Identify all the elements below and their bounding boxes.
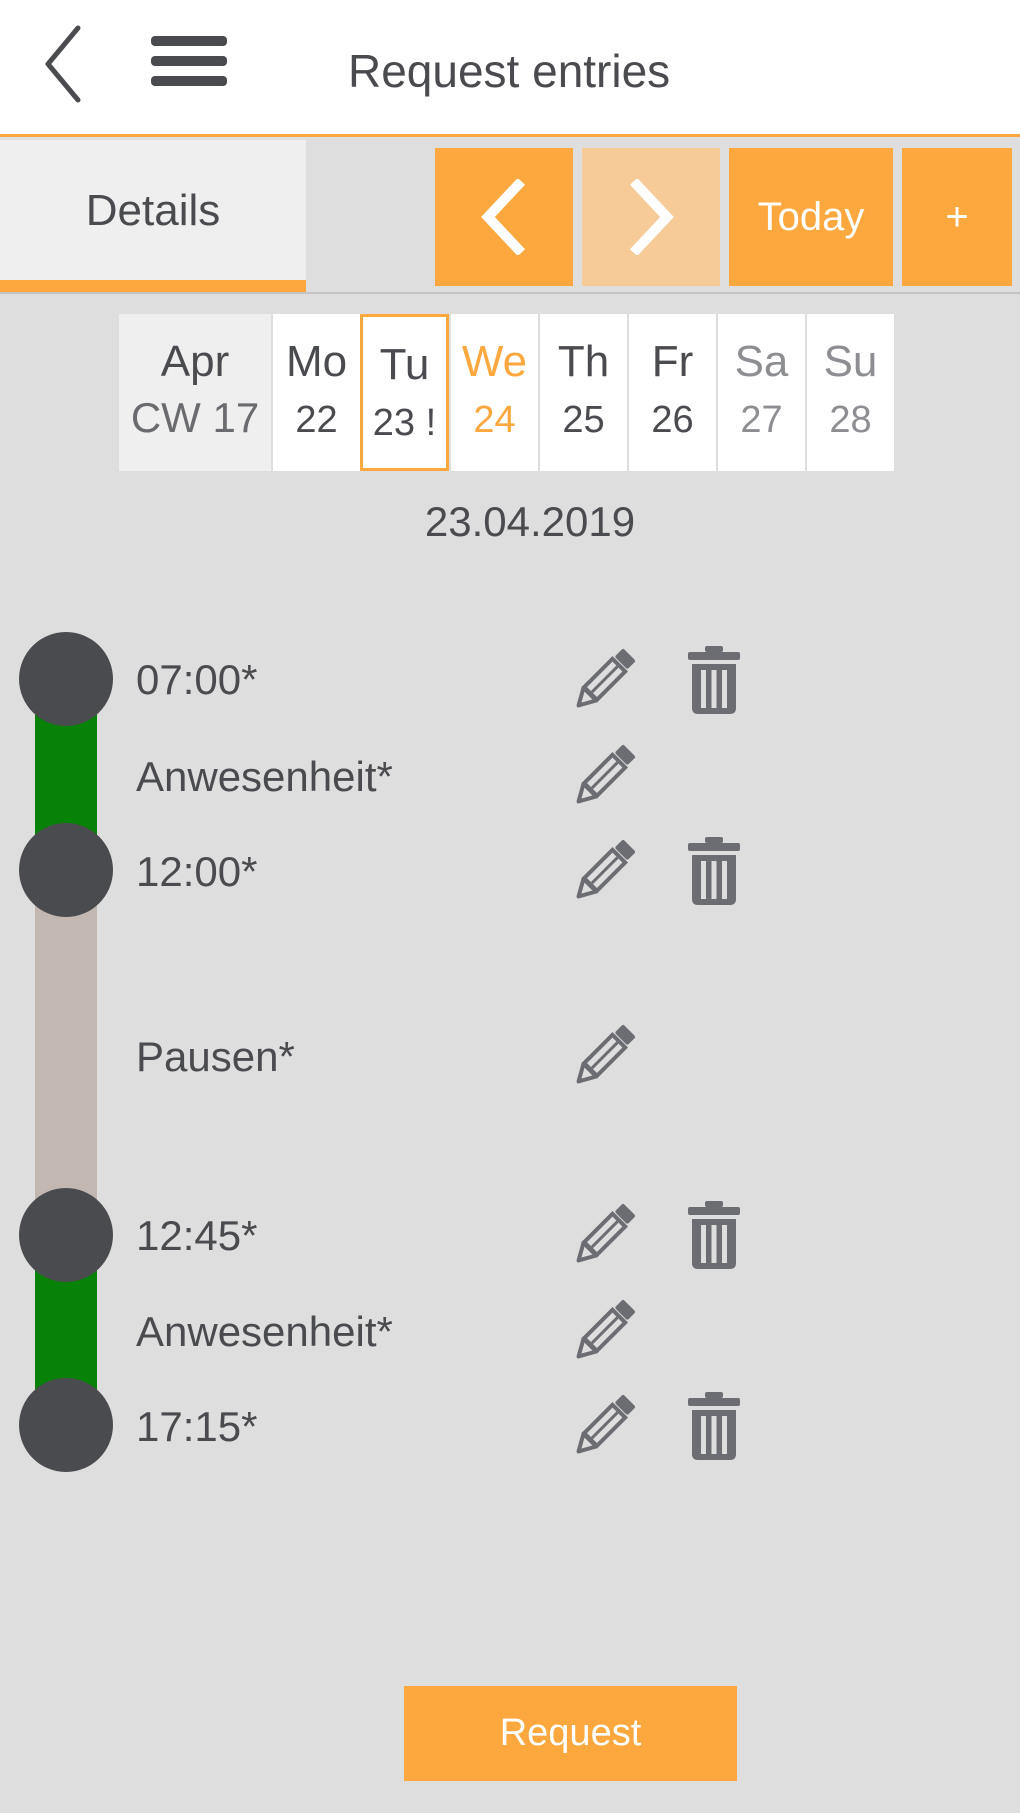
tab-details[interactable]: Details <box>0 140 306 292</box>
toolbar: Details Today + <box>0 140 1020 294</box>
time-marker <box>19 632 113 726</box>
next-day-button[interactable] <box>582 148 720 286</box>
entry-time: 12:00* <box>136 848 258 895</box>
chevron-right-icon <box>629 179 674 255</box>
edit-pencil-icon[interactable] <box>566 1018 642 1094</box>
edit-pencil-icon[interactable] <box>566 1293 642 1369</box>
today-button[interactable]: Today <box>729 148 893 286</box>
day-name: We <box>461 337 528 386</box>
chevron-left-icon <box>481 179 526 255</box>
day-date: 28 <box>829 399 872 441</box>
delete-trash-icon[interactable] <box>676 1197 752 1273</box>
entry-time: 07:00* <box>136 656 258 703</box>
entry-type: Anwesenheit* <box>136 753 393 800</box>
edit-pencil-icon[interactable] <box>566 833 642 909</box>
day-cell-saturday[interactable]: Sa 27 <box>716 314 805 471</box>
time-marker <box>19 1378 113 1472</box>
delete-trash-icon[interactable] <box>676 1388 752 1464</box>
edit-pencil-icon[interactable] <box>566 1197 642 1273</box>
delete-trash-icon[interactable] <box>676 642 752 718</box>
entry-time: 12:45* <box>136 1212 258 1259</box>
request-button[interactable]: Request <box>404 1686 737 1781</box>
day-cell-tuesday[interactable]: Tu 23 ! <box>360 314 449 471</box>
tab-details-label: Details <box>85 186 221 235</box>
add-entry-button[interactable]: + <box>902 148 1012 286</box>
entry-time: 17:15* <box>136 1403 258 1450</box>
time-marker <box>19 1188 113 1282</box>
pause-segment <box>35 870 97 1235</box>
day-name: Fr <box>651 337 694 386</box>
day-cell-thursday[interactable]: Th 25 <box>538 314 627 471</box>
day-cell-wednesday[interactable]: We 24 <box>449 314 538 471</box>
day-date: 25 <box>562 399 605 441</box>
month-week-cell: Apr CW 17 <box>119 314 271 471</box>
day-name: Tu <box>379 340 430 389</box>
day-name: Sa <box>734 337 789 386</box>
day-name: Su <box>823 337 878 386</box>
hamburger-menu-icon[interactable] <box>151 36 227 90</box>
day-cell-sunday[interactable]: Su 28 <box>805 314 894 471</box>
day-date: 23 ! <box>372 402 437 444</box>
delete-trash-icon[interactable] <box>676 833 752 909</box>
day-cell-monday[interactable]: Mo 22 <box>271 314 360 471</box>
day-date: 26 <box>651 399 694 441</box>
day-name: Th <box>557 337 610 386</box>
day-date: 24 <box>473 399 516 441</box>
day-name: Mo <box>285 337 348 386</box>
edit-pencil-icon[interactable] <box>566 642 642 718</box>
day-cell-friday[interactable]: Fr 26 <box>627 314 716 471</box>
entry-type: Anwesenheit* <box>136 1308 393 1355</box>
previous-day-button[interactable] <box>435 148 573 286</box>
week-strip: Apr CW 17 Mo 22 Tu 23 ! We 24 Th 25 Fr 2… <box>119 314 894 471</box>
edit-pencil-icon[interactable] <box>566 1388 642 1464</box>
app-header: Request entries <box>0 0 1020 137</box>
page-title: Request entries <box>348 45 671 97</box>
tab-active-indicator <box>0 280 306 292</box>
month-label: Apr <box>160 337 230 386</box>
entry-type: Pausen* <box>136 1033 295 1080</box>
edit-pencil-icon[interactable] <box>566 738 642 814</box>
time-marker <box>19 823 113 917</box>
back-chevron-icon[interactable] <box>40 24 90 104</box>
day-date: 22 <box>295 399 338 441</box>
day-date: 27 <box>740 399 783 441</box>
calendar-week-label: CW 17 <box>130 394 260 441</box>
selected-date-label: 23.04.2019 <box>424 498 636 545</box>
